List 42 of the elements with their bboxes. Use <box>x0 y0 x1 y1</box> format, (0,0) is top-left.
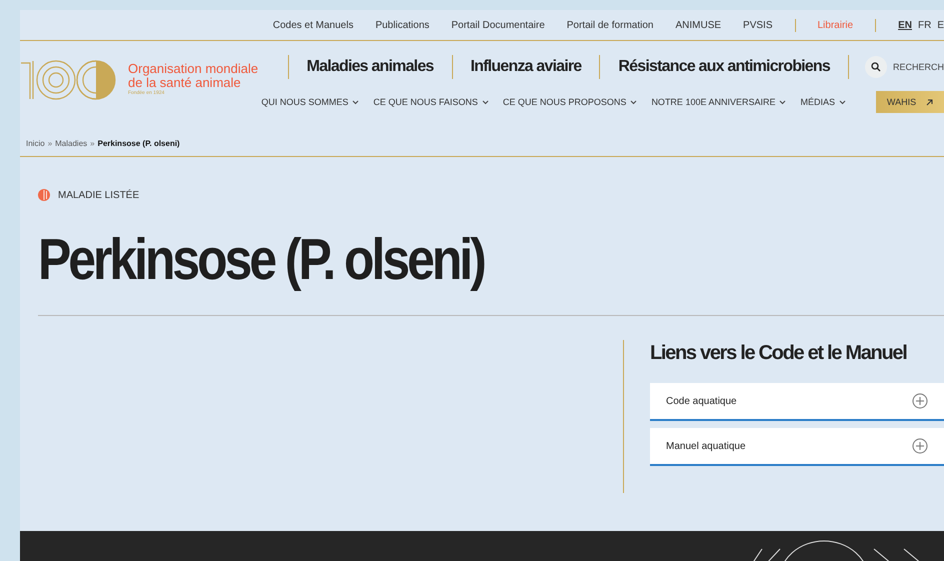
breadcrumb-separator: » <box>48 139 52 148</box>
search-button[interactable] <box>864 56 887 78</box>
listed-disease-tag: MALADIE LISTÉE <box>58 190 140 200</box>
main-nav-link[interactable]: Influenza aviaire <box>452 55 600 79</box>
menu-dropdown[interactable]: NOTRE 100E ANNIVERSAIRE <box>651 97 786 107</box>
organisation-name: Organisation mondiale <box>128 62 258 76</box>
breadcrumb-separator: » <box>90 139 95 148</box>
menu-dropdown[interactable]: QUI NOUS SOMMES <box>261 97 360 107</box>
accordion-item[interactable]: Manuel aquatique <box>650 428 944 466</box>
top-nav-link[interactable]: Codes et Manuels <box>272 20 354 30</box>
wahis-button[interactable]: WAHIS <box>876 91 944 113</box>
top-nav-link[interactable]: PVSIS <box>743 20 772 30</box>
section-heading: Liens vers le Code et le Manuel <box>650 342 908 365</box>
chevron-icon <box>839 100 846 104</box>
top-nav-link[interactable]: Publications <box>375 20 430 30</box>
plus-circle-icon <box>912 438 928 454</box>
menu-dropdown[interactable]: CE QUE NOUS PROPOSONS <box>502 97 638 107</box>
chevron-icon <box>482 100 489 104</box>
main-nav-link[interactable]: Résistance aux antimicrobiens <box>599 55 848 79</box>
disease-tag-icon <box>38 189 50 201</box>
chevron-icon <box>630 100 638 104</box>
menu-dropdown[interactable]: MÉDIAS <box>800 97 846 107</box>
top-nav-link[interactable]: Portail Documentaire <box>451 20 545 30</box>
organisation-name: de la santé animale <box>128 76 242 90</box>
top-nav-link[interactable]: ANIMUSE <box>675 20 722 30</box>
chevron-icon <box>352 100 360 104</box>
plus-circle-icon <box>912 393 928 409</box>
breadcrumb-link[interactable]: Perkinsose (P. olseni) <box>98 139 180 148</box>
breadcrumb-link[interactable]: Inicio <box>26 139 45 148</box>
breadcrumb-link[interactable]: Maladies <box>55 139 88 148</box>
search-icon <box>870 62 881 72</box>
language-link[interactable]: FR <box>918 20 932 30</box>
language-link[interactable]: E <box>937 20 944 30</box>
chevron-icon <box>779 100 786 104</box>
search-label[interactable]: RECHERCH <box>892 62 944 72</box>
language-link[interactable]: EN <box>898 20 912 30</box>
main-nav-link[interactable]: Maladies animales <box>288 55 452 79</box>
accordion-item[interactable]: Code aquatique <box>650 383 944 421</box>
page-title: Perkinsose (P. olseni) <box>38 226 484 294</box>
menu-dropdown[interactable]: CE QUE NOUS FAISONS <box>373 97 489 107</box>
top-nav-link[interactable]: Portail de formation <box>566 20 654 30</box>
external-arrow-icon <box>926 98 934 106</box>
